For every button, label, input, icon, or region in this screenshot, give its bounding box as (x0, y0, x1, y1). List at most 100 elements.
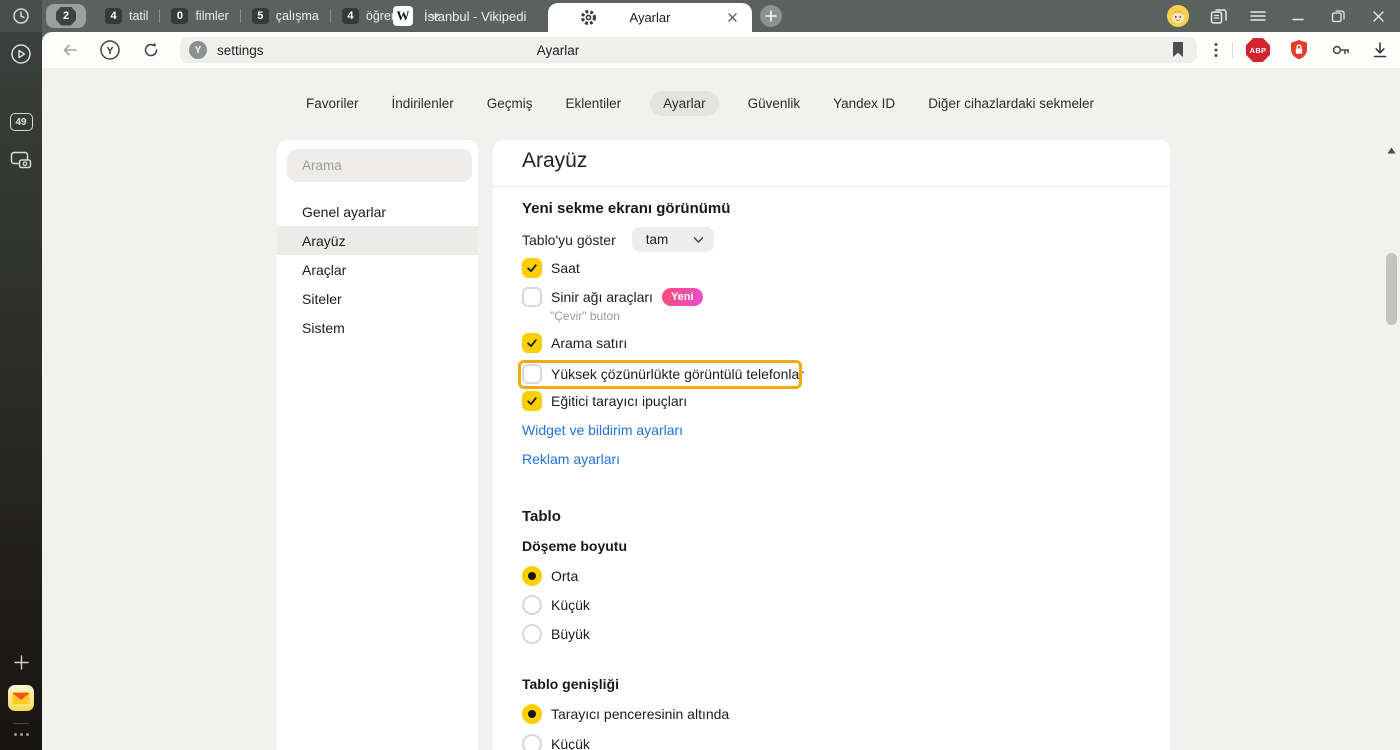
settings-page: Favoriler İndirilenler Geçmiş Eklentiler… (42, 68, 1400, 750)
settings-search[interactable] (287, 149, 472, 182)
sidebar-item-siteler[interactable]: Siteler (277, 284, 478, 313)
mail-app-button[interactable] (0, 685, 42, 711)
tab-close-button[interactable] (722, 7, 742, 27)
checkbox-row-arama-satiri[interactable]: Arama satırı (522, 331, 627, 355)
tableau-show-select[interactable]: tam (632, 227, 714, 252)
radio-label: Küçük (551, 597, 590, 613)
plus-icon (14, 655, 29, 670)
sidebar-item-araclar[interactable]: Araçlar (277, 255, 478, 284)
screenshot-button[interactable] (0, 148, 42, 170)
checkbox-checked[interactable] (522, 258, 542, 278)
bookmark-button[interactable] (1171, 41, 1185, 63)
side-rail: 49 (0, 32, 42, 750)
video-player-button[interactable] (0, 42, 42, 66)
radio-row-orta[interactable]: Orta (522, 564, 578, 588)
radio-label: Büyük (551, 626, 590, 642)
new-badge: Yeni (662, 288, 703, 306)
radio-unselected[interactable] (522, 624, 542, 644)
chevron-down-icon (693, 236, 704, 244)
maximize-button[interactable] (1326, 4, 1350, 28)
new-tab-button[interactable] (760, 5, 782, 27)
nav-guvenlik[interactable]: Güvenlik (744, 91, 805, 116)
checkbox-row-yuksek-cozunurluk[interactable]: Yüksek çözünürlükte görüntülü telefonlar (522, 362, 804, 386)
panels-icon (1209, 7, 1228, 26)
downloads-button[interactable] (1368, 38, 1392, 62)
checkbox-row-sinir-agi[interactable]: Sinir ağı araçları Yeni (522, 285, 703, 309)
link-reklam-ayarlari[interactable]: Reklam ayarları (522, 451, 620, 467)
search-input[interactable] (287, 149, 472, 182)
radio-row-buyuk[interactable]: Büyük (522, 622, 590, 646)
nav-eklentiler[interactable]: Eklentiler (562, 91, 626, 116)
nav-yandex-id[interactable]: Yandex ID (829, 91, 899, 116)
panel-heading: Arayüz (522, 149, 587, 173)
address-bar[interactable]: Y settings Ayarlar (180, 37, 1197, 63)
radio-selected[interactable] (522, 566, 542, 586)
minimize-button[interactable] (1286, 4, 1310, 28)
checkbox-label: Sinir ağı araçları (551, 289, 653, 305)
tableau-show-row: Tablo'yu göster tam (522, 227, 714, 252)
tab-group-count: 4 (105, 8, 122, 24)
tab-history-button[interactable] (0, 0, 42, 32)
nav-diger-cihazlar[interactable]: Diğer cihazlardaki sekmeler (924, 91, 1098, 116)
checkbox-row-saat[interactable]: Saat (522, 256, 580, 280)
protect-button[interactable] (1287, 38, 1311, 62)
nav-favoriler[interactable]: Favoriler (302, 91, 363, 116)
reload-button[interactable] (139, 38, 163, 62)
side-rail-divider (13, 723, 29, 724)
page-scrollbar[interactable] (1384, 136, 1400, 750)
download-icon (1371, 41, 1389, 59)
checkbox-row-egitici-ipuclari[interactable]: Eğitici tarayıcı ipuçları (522, 389, 687, 413)
back-button[interactable] (58, 38, 82, 62)
nav-ayarlar[interactable]: Ayarlar (650, 91, 719, 116)
radio-row-kucuk[interactable]: Küçük (522, 593, 590, 617)
side-panels-button[interactable] (1206, 4, 1230, 28)
tab-group-filmler[interactable]: 0 filmler (160, 8, 239, 24)
checkbox-checked[interactable] (522, 391, 542, 411)
radio-unselected[interactable] (522, 734, 542, 750)
scroll-up-arrow[interactable] (1387, 141, 1396, 159)
link-widget-bildirim[interactable]: Widget ve bildirim ayarları (522, 422, 683, 438)
tab-title: İstanbul - Vikipedi (424, 9, 526, 24)
scrollbar-thumb[interactable] (1386, 253, 1397, 325)
nav-indirilenler[interactable]: İndirilenler (388, 91, 458, 116)
radio-row-tarayici-penceresi[interactable]: Tarayıcı penceresinin altında (522, 702, 729, 726)
tab-group-calisma[interactable]: 5 çalışma (241, 8, 330, 24)
checkbox-unchecked[interactable] (522, 364, 542, 384)
plus-icon (765, 10, 777, 22)
tab-group-active[interactable]: 2 (46, 4, 86, 28)
browser-window: 2 4 tatil 0 filmler 5 çalışma 4 öğrenim (0, 0, 1400, 750)
checkbox-unchecked[interactable] (522, 287, 542, 307)
settings-panel: Arayüz Yeni sekme ekranı görünümü Tablo'… (493, 140, 1170, 750)
nav-gecmis[interactable]: Geçmiş (483, 91, 537, 116)
sidebar-item-arayuz[interactable]: Arayüz (277, 226, 478, 255)
yandex-home-button[interactable]: Y (98, 38, 122, 62)
tab-group-tatil[interactable]: 4 tatil (94, 8, 159, 24)
sidebar-item-sistem[interactable]: Sistem (277, 313, 478, 342)
tab-ayarlar-active[interactable]: Ayarlar (548, 3, 752, 32)
checkbox-checked[interactable] (522, 333, 542, 353)
counter-badge: 49 (10, 113, 33, 131)
radio-label: Tarayıcı penceresinin altında (551, 706, 729, 722)
reload-icon (142, 41, 160, 59)
tab-group-active-count: 2 (56, 7, 76, 26)
add-panel-button[interactable] (0, 654, 42, 670)
radio-selected[interactable] (522, 704, 542, 724)
notes-counter-button[interactable]: 49 (0, 113, 42, 131)
address-more-button[interactable] (1204, 38, 1228, 62)
tab-istanbul-vikipedi[interactable]: W İstanbul - Vikipedi (393, 0, 526, 32)
checkbox-label: Arama satırı (551, 335, 627, 351)
adblock-extension-button[interactable]: ABP (1246, 38, 1270, 62)
browser-menu-button[interactable] (1246, 4, 1270, 28)
close-window-button[interactable] (1366, 4, 1390, 28)
screenshot-camera-icon (10, 149, 32, 169)
radio-unselected[interactable] (522, 595, 542, 615)
side-rail-more-button[interactable] (0, 730, 42, 738)
section-new-tab-title: Yeni sekme ekranı görünümü (522, 200, 730, 217)
radio-row-kucuk-genislik[interactable]: Küçük (522, 732, 590, 750)
settings-sidebar: Genel ayarlar Arayüz Araçlar Siteler Sis… (277, 140, 478, 750)
profile-avatar[interactable] (1166, 4, 1190, 28)
password-manager-button[interactable] (1329, 38, 1353, 62)
back-arrow-icon (61, 42, 79, 58)
sidebar-item-genel-ayarlar[interactable]: Genel ayarlar (277, 197, 478, 226)
tab-group-count: 4 (342, 8, 359, 24)
